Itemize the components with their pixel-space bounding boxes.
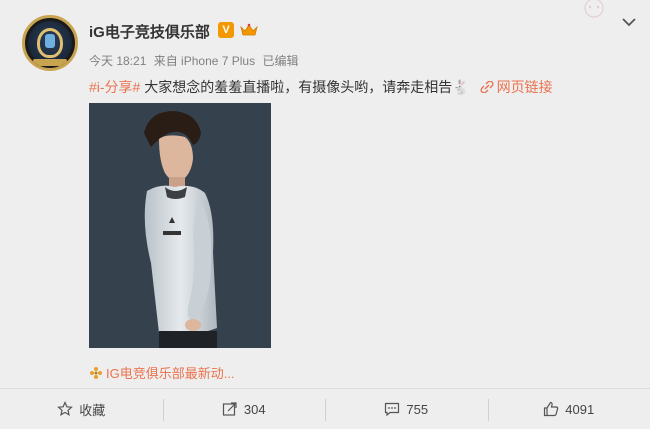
comment-button[interactable]: 755 — [325, 389, 488, 429]
edited-label[interactable]: 已编辑 — [262, 54, 298, 68]
like-count: 4091 — [565, 401, 595, 417]
web-link-label: 网页链接 — [496, 79, 553, 95]
post-photo[interactable] — [89, 103, 271, 348]
post-time[interactable]: 今天 18:21 — [89, 54, 146, 68]
repost-count: 304 — [243, 401, 266, 417]
favorite-button[interactable]: 收藏 — [0, 389, 163, 429]
person-photo-image — [89, 103, 271, 348]
post-source: 来自 iPhone 7 Plus — [153, 54, 256, 68]
repost-icon — [222, 402, 237, 416]
star-icon — [57, 401, 74, 417]
source-link-label: IG电竞俱乐部最新动... — [106, 366, 235, 381]
repost-button[interactable]: 304 — [162, 389, 326, 429]
favorite-label: 收藏 — [79, 402, 106, 418]
like-button[interactable]: 4091 — [487, 389, 650, 429]
flower-icon — [90, 367, 102, 379]
avatar[interactable] — [22, 15, 78, 71]
hashtag-link[interactable]: #i-分享# — [89, 79, 140, 95]
username-link[interactable]: iG电子竞技俱乐部 — [89, 21, 210, 42]
verified-badge[interactable]: V — [218, 22, 234, 38]
action-bar: 收藏 304 755 4091 — [0, 389, 650, 429]
comment-icon — [385, 402, 400, 417]
weibo-post-card: iG电子竞技俱乐部 V 今天 18:21 来自 iPhone 7 Plus 已编… — [0, 0, 650, 429]
post-content: #i-分享# 大家想念的羞羞直播啦，有摄像头哟，请奔走相告🐇 网页链接 — [89, 77, 553, 97]
link-icon — [480, 81, 494, 93]
rabbit-emoji-icon: 🐇 — [452, 79, 470, 95]
post-meta: 今天 18:21 来自 iPhone 7 Plus 已编辑 — [89, 52, 302, 69]
source-link[interactable]: IG电竞俱乐部最新动... — [89, 363, 235, 382]
chevron-down-icon[interactable] — [619, 14, 639, 30]
post-body-text: 大家想念的羞羞直播啦，有摄像头哟，请奔走相告 — [140, 79, 453, 95]
thumb-up-icon — [544, 401, 559, 417]
watermark-icon — [584, 0, 604, 18]
comment-count: 755 — [406, 401, 429, 417]
web-link[interactable]: 网页链接 — [480, 79, 553, 95]
crown-icon[interactable] — [240, 23, 258, 37]
